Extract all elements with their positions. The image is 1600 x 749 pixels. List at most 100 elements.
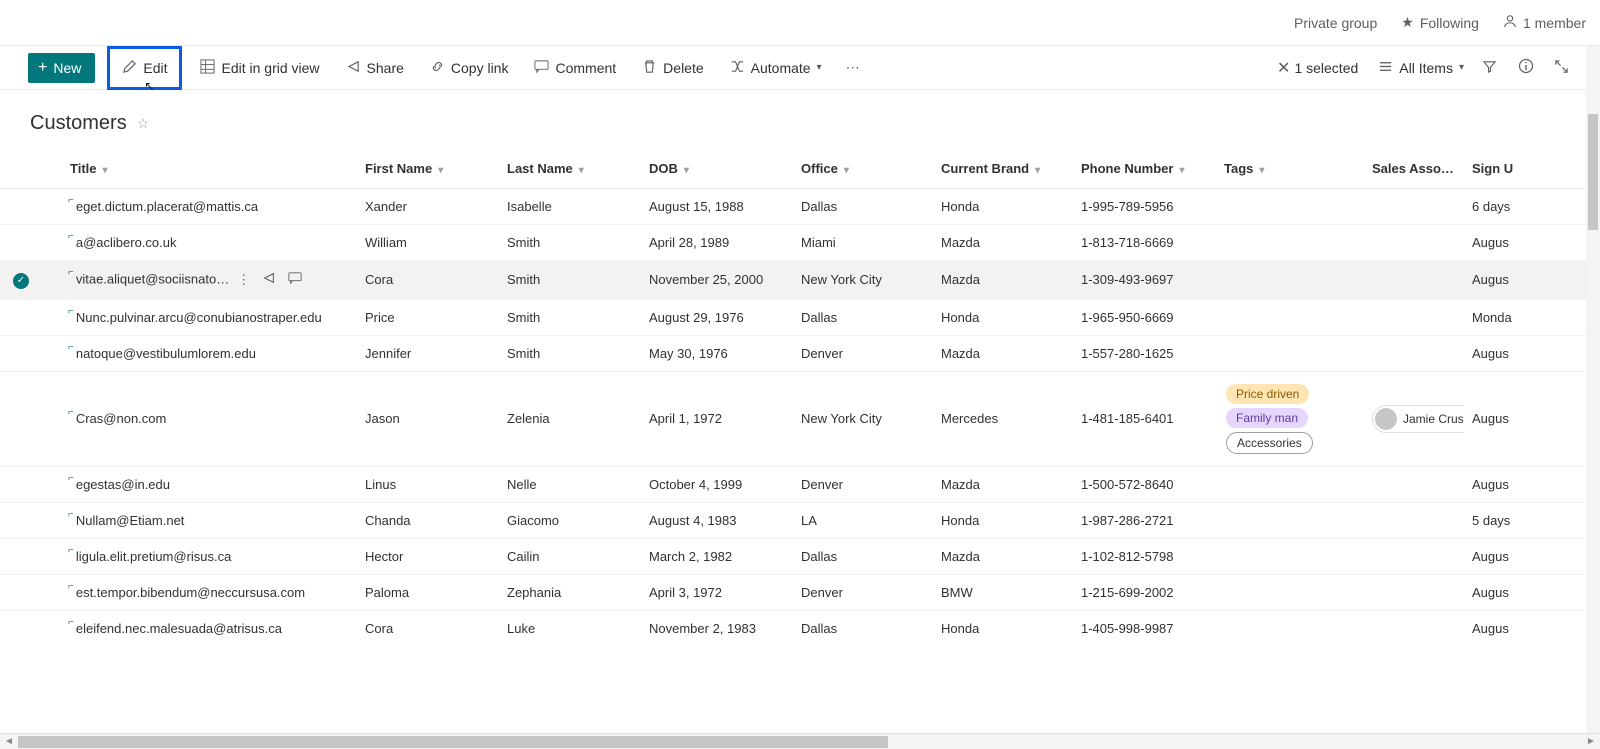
- scroll-left-arrow[interactable]: ◄: [0, 736, 18, 747]
- row-select[interactable]: [0, 610, 42, 646]
- expand-button[interactable]: [1550, 55, 1572, 81]
- scroll-thumb[interactable]: [1588, 114, 1598, 230]
- table-row[interactable]: ⌐eget.dictum.placerat@mattis.caXanderIsa…: [0, 189, 1600, 225]
- view-switcher[interactable]: All Items ▾: [1378, 59, 1464, 77]
- filetype-cell: [42, 189, 62, 225]
- edit-in-grid-button[interactable]: Edit in grid view: [194, 55, 325, 81]
- col-brand[interactable]: Current Brand▾: [933, 149, 1073, 189]
- more-actions-button[interactable]: ⋯: [842, 55, 864, 80]
- vertical-scrollbar[interactable]: [1586, 46, 1600, 733]
- office-cell: LA: [793, 502, 933, 538]
- col-associate[interactable]: Sales Associate▾: [1364, 149, 1464, 189]
- tag-pill[interactable]: Family man: [1226, 408, 1308, 428]
- new-button[interactable]: + New: [28, 53, 95, 83]
- item-indicator-icon: ⌐: [68, 545, 74, 556]
- copy-link-button[interactable]: Copy link: [424, 55, 515, 81]
- share-button[interactable]: Share: [340, 55, 410, 81]
- row-select[interactable]: [0, 335, 42, 371]
- title-cell[interactable]: ⌐Nunc.pulvinar.arcu@conubianostraper.edu: [62, 299, 357, 335]
- tag-pill[interactable]: Price driven: [1226, 384, 1309, 404]
- phone-cell: 1-965-950-6669: [1073, 299, 1216, 335]
- select-all-header[interactable]: [0, 149, 42, 189]
- members-button[interactable]: 1 member: [1503, 14, 1586, 31]
- automate-button[interactable]: Automate ▾: [724, 55, 828, 81]
- title-cell[interactable]: ⌐Nullam@Etiam.net: [62, 502, 357, 538]
- row-select[interactable]: ✓: [0, 261, 42, 300]
- dob-cell: April 1, 1972: [641, 371, 793, 466]
- table-row[interactable]: ⌐eleifend.nec.malesuada@atrisus.caCoraLu…: [0, 610, 1600, 646]
- col-tags[interactable]: Tags▾: [1216, 149, 1364, 189]
- row-select[interactable]: [0, 538, 42, 574]
- col-office[interactable]: Office▾: [793, 149, 933, 189]
- comment-button[interactable]: Comment: [528, 55, 622, 81]
- title-cell[interactable]: ⌐vitae.aliquet@sociisnato…⋮: [62, 261, 357, 300]
- edit-button[interactable]: Edit ↖: [107, 46, 182, 90]
- row-comment-button[interactable]: [288, 271, 302, 288]
- item-indicator-icon: ⌐: [68, 342, 74, 353]
- col-title[interactable]: Title▾: [62, 149, 357, 189]
- row-select[interactable]: [0, 189, 42, 225]
- row-share-button[interactable]: [262, 271, 276, 288]
- first-name-cell: Chanda: [357, 502, 499, 538]
- table-row[interactable]: ⌐ligula.elit.pretium@risus.caHectorCaili…: [0, 538, 1600, 574]
- filetype-cell: [42, 371, 62, 466]
- row-select[interactable]: [0, 466, 42, 502]
- associate-cell: [1364, 225, 1464, 261]
- row-select[interactable]: [0, 371, 42, 466]
- filetype-cell: [42, 299, 62, 335]
- tag-pill[interactable]: Accessories: [1226, 432, 1313, 454]
- scroll-right-arrow[interactable]: ►: [1582, 736, 1600, 747]
- dob-cell: August 4, 1983: [641, 502, 793, 538]
- last-name-cell: Cailin: [499, 538, 641, 574]
- horizontal-scrollbar[interactable]: ◄ ►: [0, 733, 1600, 749]
- filetype-cell: [42, 610, 62, 646]
- phone-cell: 1-995-789-5956: [1073, 189, 1216, 225]
- title-text: eleifend.nec.malesuada@atrisus.ca: [76, 621, 282, 636]
- filter-button[interactable]: [1478, 55, 1500, 81]
- col-dob[interactable]: DOB▾: [641, 149, 793, 189]
- table-row[interactable]: ⌐egestas@in.eduLinusNelleOctober 4, 1999…: [0, 466, 1600, 502]
- table-row[interactable]: ✓⌐vitae.aliquet@sociisnato…⋮CoraSmithNov…: [0, 261, 1600, 300]
- col-phone[interactable]: Phone Number▾: [1073, 149, 1216, 189]
- last-name-cell: Zelenia: [499, 371, 641, 466]
- title-cell[interactable]: ⌐Cras@non.com: [62, 371, 357, 466]
- table-row[interactable]: ⌐Nunc.pulvinar.arcu@conubianostraper.edu…: [0, 299, 1600, 335]
- row-select[interactable]: [0, 225, 42, 261]
- brand-cell: Honda: [933, 299, 1073, 335]
- page-title: Customers: [30, 112, 127, 135]
- favorite-button[interactable]: ☆: [137, 115, 150, 132]
- person-pill[interactable]: Jamie Crust: [1372, 405, 1464, 433]
- title-cell[interactable]: ⌐a@aclibero.co.uk: [62, 225, 357, 261]
- title-cell[interactable]: ⌐eget.dictum.placerat@mattis.ca: [62, 189, 357, 225]
- row-select[interactable]: [0, 574, 42, 610]
- item-indicator-icon: ⌐: [68, 306, 74, 317]
- title-cell[interactable]: ⌐natoque@vestibulumlorem.edu: [62, 335, 357, 371]
- table-row[interactable]: ⌐natoque@vestibulumlorem.eduJenniferSmit…: [0, 335, 1600, 371]
- scroll-thumb[interactable]: [18, 736, 888, 748]
- title-cell[interactable]: ⌐ligula.elit.pretium@risus.ca: [62, 538, 357, 574]
- col-last-name[interactable]: Last Name▾: [499, 149, 641, 189]
- link-icon: [430, 59, 445, 77]
- title-cell[interactable]: ⌐eleifend.nec.malesuada@atrisus.ca: [62, 610, 357, 646]
- info-button[interactable]: [1514, 54, 1536, 81]
- row-select[interactable]: [0, 502, 42, 538]
- list-scroll-region[interactable]: Title▾ First Name▾ Last Name▾ DOB▾ Offic…: [0, 149, 1600, 730]
- table-row[interactable]: ⌐est.tempor.bibendum@neccursusa.comPalom…: [0, 574, 1600, 610]
- row-more-button[interactable]: ⋮: [237, 272, 250, 288]
- table-row[interactable]: ⌐Cras@non.comJasonZeleniaApril 1, 1972Ne…: [0, 371, 1600, 466]
- signup-cell: Augus: [1464, 466, 1600, 502]
- phone-cell: 1-987-286-2721: [1073, 502, 1216, 538]
- delete-button[interactable]: Delete: [636, 55, 709, 81]
- row-select[interactable]: [0, 299, 42, 335]
- col-first-name[interactable]: First Name▾: [357, 149, 499, 189]
- title-cell[interactable]: ⌐egestas@in.edu: [62, 466, 357, 502]
- table-row[interactable]: ⌐a@aclibero.co.ukWilliamSmithApril 28, 1…: [0, 225, 1600, 261]
- first-name-cell: Cora: [357, 610, 499, 646]
- table-row[interactable]: ⌐Nullam@Etiam.netChandaGiacomoAugust 4, …: [0, 502, 1600, 538]
- following-button[interactable]: ★ Following: [1401, 14, 1479, 31]
- clear-selection-button[interactable]: ✕ 1 selected: [1271, 54, 1364, 82]
- office-cell: Denver: [793, 335, 933, 371]
- chevron-down-icon: ▾: [103, 165, 108, 176]
- title-cell[interactable]: ⌐est.tempor.bibendum@neccursusa.com: [62, 574, 357, 610]
- col-signup[interactable]: Sign U: [1464, 149, 1600, 189]
